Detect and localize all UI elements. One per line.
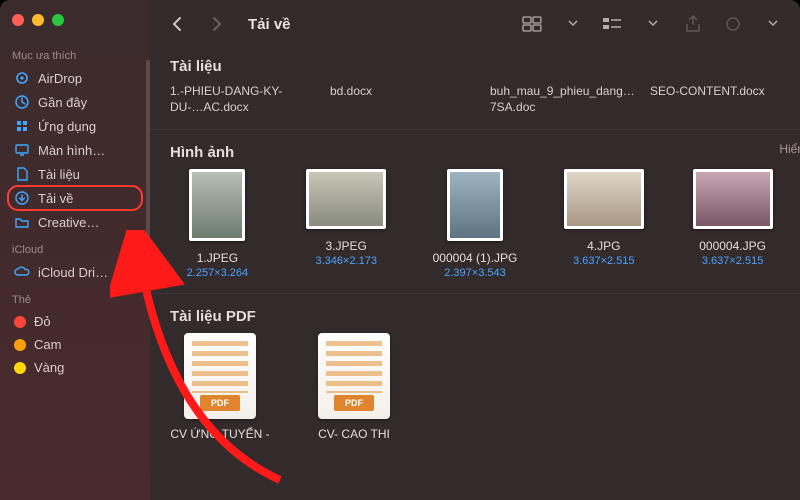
chevron-down-icon[interactable]	[560, 11, 586, 37]
chevron-down-icon[interactable]	[640, 11, 666, 37]
pdf-icon: PDF	[318, 333, 390, 419]
pdf-badge: PDF	[334, 395, 374, 411]
toolbar: Tải về	[150, 0, 800, 48]
file-item[interactable]: bd.docx	[330, 83, 460, 115]
sidebar-heading-tags: Thẻ	[12, 294, 142, 306]
cloud-icon	[14, 264, 30, 280]
more-button[interactable]	[760, 11, 786, 37]
tag-dot-icon	[14, 362, 26, 374]
sidebar-tag-orange[interactable]: Cam	[8, 333, 142, 356]
image-item[interactable]: 000004.JPG 3.637×2.515	[685, 169, 780, 279]
file-item[interactable]: SEO-CONTENT.docx	[650, 83, 780, 115]
image-item[interactable]: 4.JPG 3.637×2.515	[556, 169, 651, 279]
sidebar-item-label: Vàng	[34, 360, 64, 375]
image-dimensions: 2.397×3.543	[444, 267, 505, 279]
file-name: 3.JPEG	[326, 239, 367, 253]
sidebar-item-label: Tải về	[38, 191, 73, 206]
file-name: 000004 (1).JPG	[433, 251, 518, 265]
image-dimensions: 3.346×2.173	[315, 255, 376, 267]
thumbnail-icon	[564, 169, 644, 229]
image-item[interactable]: 000004 (1).JPG 2.397×3.543	[428, 169, 523, 279]
image-dimensions: 2.257×3.264	[187, 267, 248, 279]
sidebar-item-label: Creative…	[38, 215, 99, 230]
sidebar-item-applications[interactable]: Ứng dụng	[8, 114, 142, 138]
sidebar-heading-favorites: Mục ưa thích	[12, 50, 142, 62]
view-gallery-button[interactable]	[520, 11, 546, 37]
file-name: 1.JPEG	[197, 251, 238, 265]
applications-icon	[14, 118, 30, 134]
sidebar-item-downloads[interactable]: Tải về	[8, 186, 142, 210]
tags-button[interactable]	[720, 11, 746, 37]
sidebar-item-label: Ứng dụng	[38, 119, 96, 134]
file-name: CV ỨNG TUYỂN -	[170, 427, 269, 441]
show-all-link[interactable]: Hiển	[779, 142, 800, 156]
image-item[interactable]: 1.JPEG 2.257×3.264	[170, 169, 265, 279]
group-button[interactable]	[600, 11, 626, 37]
window-controls	[8, 10, 142, 40]
section-title: Tài liệu PDF	[170, 308, 780, 325]
sidebar-item-label: Màn hình…	[38, 143, 105, 158]
thumbnail-icon	[189, 169, 245, 241]
thumbnail-icon	[447, 169, 503, 241]
sidebar-item-desktop[interactable]: Màn hình…	[8, 138, 142, 162]
image-dimensions: 3.637×2.515	[573, 255, 634, 267]
main-pane: Tải về Tài liệu 1.-PHIEU-DANG-KY-DU-…AC.…	[150, 0, 800, 500]
pdf-badge: PDF	[200, 395, 240, 411]
section-title: Hình ảnh	[170, 144, 780, 161]
download-icon	[14, 190, 30, 206]
sidebar-item-creative[interactable]: Creative…	[8, 210, 142, 234]
finder-window: Mục ưa thích AirDrop Gần đây Ứng dụng Mà…	[0, 0, 800, 500]
tag-dot-icon	[14, 339, 26, 351]
thumbnail-icon	[693, 169, 773, 229]
sidebar-item-label: Gần đây	[38, 95, 87, 110]
section-documents: Tài liệu 1.-PHIEU-DANG-KY-DU-…AC.docx bd…	[150, 58, 800, 129]
thumbnail-icon	[306, 169, 386, 229]
sidebar-item-label: AirDrop	[38, 71, 82, 86]
image-dimensions: 3.637×2.515	[702, 255, 763, 267]
file-item[interactable]: 1.-PHIEU-DANG-KY-DU-…AC.docx	[170, 83, 300, 115]
sidebar-tag-red[interactable]: Đỏ	[8, 310, 142, 333]
pdf-row: PDF CV ỨNG TUYỂN - PDF CV- CAO THI	[170, 333, 780, 441]
sidebar-heading-icloud: iCloud	[12, 244, 142, 256]
section-images: Hình ảnh Hiển 1.JPEG 2.257×3.264 3.JPEG …	[150, 129, 800, 293]
documents-row: 1.-PHIEU-DANG-KY-DU-…AC.docx bd.docx buh…	[170, 83, 780, 115]
window-title: Tải về	[248, 16, 291, 33]
sidebar-item-icloud-drive[interactable]: iCloud Dri…	[8, 260, 142, 284]
content-area: Tài liệu 1.-PHIEU-DANG-KY-DU-…AC.docx bd…	[150, 48, 800, 500]
clock-icon	[14, 94, 30, 110]
section-title: Tài liệu	[170, 58, 780, 75]
section-pdfs: Tài liệu PDF PDF CV ỨNG TUYỂN - PDF CV- …	[150, 293, 800, 455]
tag-dot-icon	[14, 316, 26, 328]
sidebar-item-label: Đỏ	[34, 314, 51, 329]
desktop-icon	[14, 142, 30, 158]
file-name: CV- CAO THI	[318, 427, 390, 441]
sidebar: Mục ưa thích AirDrop Gần đây Ứng dụng Mà…	[0, 0, 150, 500]
document-icon	[14, 166, 30, 182]
close-icon[interactable]	[12, 14, 24, 26]
airdrop-icon	[14, 70, 30, 86]
sidebar-item-label: Tài liệu	[38, 167, 80, 182]
pdf-icon: PDF	[184, 333, 256, 419]
back-button[interactable]	[164, 11, 190, 37]
image-item[interactable]: 3.JPEG 3.346×2.173	[299, 169, 394, 279]
sidebar-item-label: iCloud Dri…	[38, 265, 108, 280]
sidebar-item-documents[interactable]: Tài liệu	[8, 162, 142, 186]
pdf-item[interactable]: PDF CV- CAO THI	[304, 333, 404, 441]
sidebar-tag-yellow[interactable]: Vàng	[8, 356, 142, 379]
sidebar-item-label: Cam	[34, 337, 61, 352]
zoom-icon[interactable]	[52, 14, 64, 26]
share-button[interactable]	[680, 11, 706, 37]
sidebar-item-recents[interactable]: Gần đây	[8, 90, 142, 114]
folder-icon	[14, 214, 30, 230]
file-name: 000004.JPG	[699, 239, 766, 253]
minimize-icon[interactable]	[32, 14, 44, 26]
file-item[interactable]: buh_mau_9_phieu_dang…7SA.doc	[490, 83, 620, 115]
pdf-item[interactable]: PDF CV ỨNG TUYỂN -	[170, 333, 270, 441]
images-row: 1.JPEG 2.257×3.264 3.JPEG 3.346×2.173 00…	[170, 169, 780, 279]
file-name: 4.JPG	[587, 239, 620, 253]
forward-button[interactable]	[204, 11, 230, 37]
sidebar-item-airdrop[interactable]: AirDrop	[8, 66, 142, 90]
